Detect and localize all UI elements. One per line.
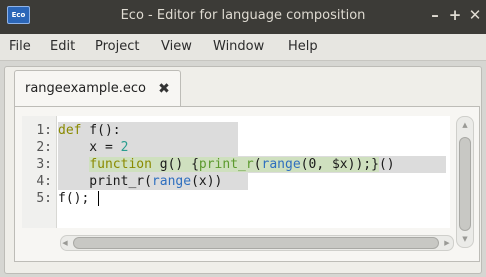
line-number: 1: [36, 123, 52, 138]
vertical-scrollbar[interactable]: ▲ ▼ [456, 116, 474, 248]
function-token: print_r [198, 157, 254, 172]
code-token: () [378, 157, 395, 172]
line-number: 2: [36, 140, 52, 155]
close-window-button[interactable]: ✕ [467, 7, 483, 23]
maximize-button[interactable]: + [447, 7, 463, 23]
tab-rangeexample[interactable]: rangeexample.eco ✖ [14, 70, 181, 107]
scroll-down-arrow-icon[interactable]: ▼ [457, 235, 473, 243]
vertical-scroll-thumb[interactable] [459, 137, 471, 231]
code-token: f(): [81, 123, 121, 138]
title-bar: Eco Eco - Editor for language compositio… [0, 0, 486, 34]
menu-file[interactable]: File [9, 34, 31, 60]
code-token: x = [58, 140, 121, 155]
menu-bar-background: File Edit Project View Window Help [0, 34, 486, 61]
builtin-token: range [151, 174, 192, 189]
code-line-5: f(); [58, 190, 89, 207]
menu-project[interactable]: Project [95, 34, 139, 60]
text-cursor [98, 191, 99, 206]
code-token: g() { [151, 157, 199, 172]
line-number: 4: [36, 174, 52, 189]
menu-window[interactable]: Window [213, 34, 264, 60]
builtin-token: range [261, 157, 301, 172]
code-token: (0, $x));} [300, 157, 379, 172]
code-line-2: x = 2 [58, 139, 238, 156]
horizontal-scrollbar[interactable]: ◀ ▶ [60, 235, 454, 251]
horizontal-scroll-thumb[interactable] [73, 237, 439, 249]
line-number: 5: [36, 191, 52, 206]
minimize-button[interactable]: – [427, 7, 443, 23]
scroll-up-arrow-icon[interactable]: ▲ [457, 121, 473, 129]
scroll-right-arrow-icon[interactable]: ▶ [441, 239, 453, 247]
scroll-left-arrow-icon[interactable]: ◀ [59, 239, 71, 247]
code-line-4: print_r(range(x)) [58, 173, 248, 190]
keyword-token: def [58, 123, 82, 138]
code-line-3: function g() {print_r(range(0, $x));}() [58, 156, 446, 173]
line-number-gutter: 1: 2: 3: 4: 5: [22, 116, 57, 228]
close-tab-icon[interactable]: ✖ [156, 81, 172, 97]
code-editor[interactable]: 1: 2: 3: 4: 5: def f(): x = 2 function g… [22, 116, 450, 228]
php-embedded-box: function g() {print_r(range(0, $x));} [89, 157, 379, 172]
keyword-token: function [89, 157, 152, 172]
number-token: 2 [120, 140, 129, 155]
code-token: f(); [58, 191, 90, 206]
line-number: 3: [36, 157, 52, 172]
code-line-1: def f(): [58, 122, 238, 139]
menu-help[interactable]: Help [288, 34, 318, 60]
menu-bar: File Edit Project View Window Help [0, 34, 486, 61]
code-token: print_r( [58, 174, 152, 189]
tab-label: rangeexample.eco [25, 81, 146, 96]
menu-edit[interactable]: Edit [50, 34, 75, 60]
menu-view[interactable]: View [161, 34, 192, 60]
code-token: (x)) [191, 174, 223, 189]
window-title: Eco - Editor for language composition [120, 8, 366, 23]
code-token: ( [253, 157, 262, 172]
